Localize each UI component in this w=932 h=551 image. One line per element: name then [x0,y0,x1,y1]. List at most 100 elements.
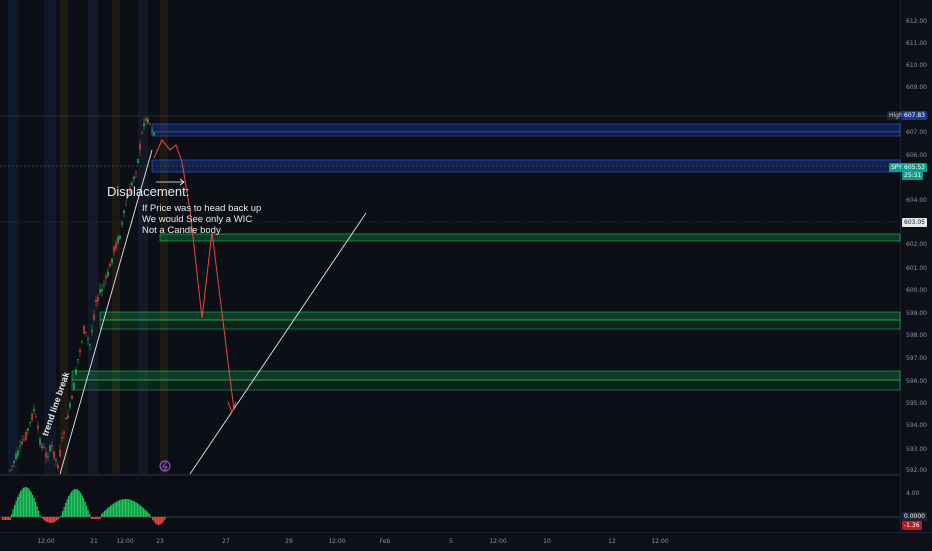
candle-body [133,176,135,179]
candle-body [19,445,21,447]
candle-body [103,284,105,286]
session-band [8,0,18,474]
candle-body [21,441,23,445]
osc-bar [83,498,85,517]
osc-bar [86,505,88,517]
demand-zone-1[interactable] [159,233,901,242]
candle-body [147,119,149,123]
candle-body [123,210,125,214]
supply-zone-lower[interactable] [151,159,901,173]
demand-zone-3b[interactable] [71,379,901,391]
candle-body [49,445,51,451]
candle-body [9,469,11,471]
trend-line-projection[interactable] [189,212,367,475]
price-tick: 612.00 [906,18,927,25]
session-highlights [8,0,168,474]
osc-bar [69,493,71,517]
demand-zone-3[interactable] [71,370,901,381]
candle-body [45,452,47,458]
osc-bar [2,517,4,520]
candle-body [105,275,107,279]
candle-body [145,117,147,121]
candle-body [141,132,143,134]
candle-body [83,325,85,334]
time-tick: 21 [90,538,98,545]
candle-body [35,416,37,418]
annotation-note[interactable]: If Price was to head back up We would Se… [142,203,261,236]
osc-bar [162,517,164,523]
candle-body [143,123,145,127]
candle-body [51,445,53,447]
osc-bar [117,500,119,517]
candle-body [93,314,95,320]
osc-bar [84,501,86,517]
osc-bar [159,517,161,525]
osc-bar [98,517,100,519]
osc-bar [27,488,29,517]
annotation-note-line: Not a Candle body [142,225,221,236]
osc-value-tag: -1.36 [902,521,922,530]
osc-bar [108,506,110,517]
candle-body [41,444,43,449]
osc-bar [87,509,89,517]
osc-zero-tag: 0.0000 [902,512,927,521]
osc-bar [18,493,20,517]
candle-body [119,235,121,239]
candle-body [109,263,111,267]
osc-bar [32,494,34,517]
osc-bar [50,517,52,523]
osc-bar [90,517,92,519]
price-tick: 594.00 [906,422,927,429]
supply-zone-upper-b[interactable] [151,131,901,137]
osc-bar [126,499,128,517]
osc-bar [99,517,101,519]
osc-bar [12,509,14,517]
candle-body [13,461,15,463]
osc-bar [33,498,35,517]
candle-body [77,359,79,361]
osc-bar [119,500,121,517]
candle-body [17,450,19,456]
osc-bar [56,517,58,521]
osc-bar [102,512,104,517]
candle-body [65,417,67,420]
osc-bar [63,506,65,517]
price-tick: 607.00 [906,129,927,136]
osc-bar [107,508,109,517]
time-tick: 29 [285,538,293,545]
osc-bar [36,506,38,517]
candle-body [113,246,115,252]
osc-bar [152,517,154,521]
price-tick: 602.00 [906,241,927,248]
osc-bar [128,499,130,517]
osc-bar [65,503,67,517]
price-tick: 606.00 [906,152,927,159]
osc-bar [78,490,80,517]
candle-body [43,447,45,449]
candle-body [53,451,55,459]
osc-bar [54,517,56,522]
demand-zone-2[interactable] [99,311,901,321]
osc-bar [147,512,149,517]
osc-bar [42,517,44,520]
time-tick: 23 [156,538,164,545]
supply-zone-upper[interactable] [151,123,901,133]
chart-drawing-layer [0,0,901,525]
osc-bar [143,508,145,517]
candle-body [111,258,113,263]
osc-bar [17,496,19,517]
price-tick: 604.00 [906,197,927,204]
candle-body [11,465,13,467]
candle-body [39,438,41,445]
demand-zone-2b[interactable] [99,319,901,330]
displacement-label[interactable]: Displacement: [107,184,189,199]
osc-bar [35,502,37,517]
osc-bar [110,505,112,517]
osc-bar [14,504,16,517]
osc-bar [62,511,64,517]
candle-body [55,458,57,461]
price-tick: 592.00 [906,467,927,474]
osc-bar [114,502,116,517]
osc-bar [104,511,106,517]
osc-bar [123,499,125,517]
